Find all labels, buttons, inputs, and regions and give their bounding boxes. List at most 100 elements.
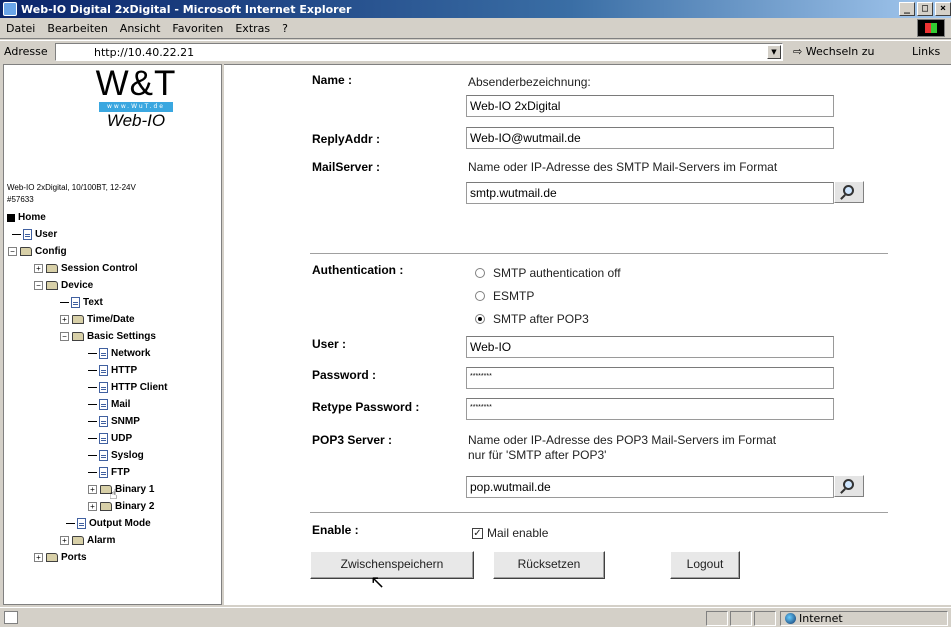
home-icon [7,213,15,222]
security-zone: Internet [780,611,948,626]
password-input[interactable]: ******** [466,367,834,389]
pop3-server-label: POP3 Server : [312,433,393,447]
device-description: Web-IO 2xDigital, 10/100BT, 12-24V [7,183,136,192]
retype-password-label: Retype Password : [312,400,420,414]
tree-item-config[interactable]: − Config [8,243,67,260]
navigation-frame: W&T www.WuT.de Web-IO Web-IO 2xDigital, … [3,64,222,605]
page-status-icon [4,611,18,624]
tree-label: Session Control [61,263,138,274]
expand-icon[interactable]: + [60,315,69,324]
radio-unselected-icon [475,268,485,278]
menu-help[interactable]: ? [276,22,294,35]
expand-icon[interactable]: + [34,553,43,562]
replyaddr-input[interactable]: Web-IO@wutmail.de [466,127,834,149]
go-button[interactable]: ⇨ Wechseln zu [793,45,875,58]
address-url: http://10.40.22.21 [94,46,195,59]
menu-bearbeiten[interactable]: Bearbeiten [41,22,113,35]
tree-item-alarm[interactable]: + Alarm [60,532,115,549]
maximize-button[interactable]: □ [917,2,933,16]
reset-button[interactable]: Rücksetzen [493,551,605,579]
page-icon [99,399,108,410]
tree-item-output-mode[interactable]: Output Mode [66,515,151,532]
minimize-button[interactable]: _ [899,2,915,16]
address-dropdown-icon[interactable]: ▼ [767,45,781,59]
tree-item-binary-2[interactable]: + Binary 2 [88,498,154,515]
save-button[interactable]: Zwischenspeichern [310,551,474,579]
expand-icon[interactable]: + [88,485,97,494]
folder-icon [46,281,58,290]
radio-selected-icon [475,314,485,324]
logout-button[interactable]: Logout [670,551,740,579]
tree-label: Mail [111,399,131,410]
links-button[interactable]: Links [912,45,940,58]
radio-label: SMTP authentication off [493,266,621,280]
tree-item-syslog[interactable]: Syslog [88,447,144,464]
tree-item-http[interactable]: HTTP [88,362,137,379]
tree-item-text[interactable]: Text [60,294,103,311]
tree-item-home[interactable]: Home [7,209,46,226]
windows-logo-icon [917,19,945,37]
status-bar: Internet [0,607,951,627]
tree-label: FTP [111,467,130,478]
tree-label: Home [18,212,46,223]
page-icon [99,348,108,359]
mailserver-label: MailServer : [312,160,381,174]
tree-item-session-control[interactable]: + Session Control [34,260,138,277]
radio-unselected-icon [475,291,485,301]
menu-ansicht[interactable]: Ansicht [114,22,167,35]
tree-item-time-date[interactable]: + Time/Date [60,311,135,328]
expand-icon[interactable]: + [60,536,69,545]
pop3-lookup-button[interactable] [834,475,864,497]
auth-option-off[interactable]: SMTP authentication off [475,266,621,280]
page-icon [99,382,108,393]
user-label: User : [312,337,347,351]
tree-item-device[interactable]: − Device [34,277,93,294]
checkbox-checked-icon: ✓ [472,527,483,539]
menu-bar: Datei Bearbeiten Ansicht Favoriten Extra… [0,18,951,39]
close-button[interactable]: × [935,2,951,16]
expand-icon[interactable]: + [34,264,43,273]
mailserver-hint: Name oder IP-Adresse des SMTP Mail-Serve… [468,160,778,174]
tree-label: Basic Settings [87,331,156,342]
expand-icon[interactable]: + [88,502,97,511]
page-icon [99,365,108,376]
tree-item-binary-1[interactable]: + Binary 1 [88,481,154,498]
folder-icon [100,502,112,511]
tree-item-http-client[interactable]: HTTP Client [88,379,167,396]
menu-datei[interactable]: Datei [0,22,41,35]
pop3-server-input[interactable]: pop.wutmail.de [466,476,834,498]
collapse-icon[interactable]: − [60,332,69,341]
page-icon [77,518,86,529]
divider [310,512,888,514]
mail-enable-checkbox[interactable]: ✓ Mail enable [472,526,548,540]
pop3-hint-line2: nur für 'SMTP after POP3' [468,448,607,462]
user-input[interactable]: Web-IO [466,336,834,358]
mailserver-lookup-button[interactable] [834,181,864,203]
address-input[interactable]: http://10.40.22.21 ▼ [55,43,783,61]
auth-option-esmtp[interactable]: ESMTP [475,289,534,303]
tree-item-network[interactable]: Network [88,345,150,362]
tree-item-user[interactable]: User [12,226,57,243]
mailserver-input[interactable]: smtp.wutmail.de [466,182,834,204]
retype-password-input[interactable]: ******** [466,398,834,420]
collapse-icon[interactable]: − [8,247,17,256]
tree-item-mail[interactable]: Mail [88,396,130,413]
tree-item-snmp[interactable]: SNMP [88,413,140,430]
tree-label: Network [111,348,151,359]
tree-item-udp[interactable]: UDP [88,430,132,447]
tree-label: Ports [61,552,87,563]
menu-extras[interactable]: Extras [229,22,276,35]
folder-icon [46,553,58,562]
tree-item-ports[interactable]: + Ports [34,549,87,566]
tree-label: Config [35,246,67,257]
page-icon [99,416,108,427]
auth-option-smtp-after-pop3[interactable]: SMTP after POP3 [475,312,589,326]
ie-app-icon [3,2,17,16]
tree-item-ftp[interactable]: FTP [88,464,130,481]
window-title-bar: Web-IO Digital 2xDigital - Microsoft Int… [0,0,951,18]
menu-favoriten[interactable]: Favoriten [166,22,229,35]
name-input[interactable]: Web-IO 2xDigital [466,95,834,117]
collapse-icon[interactable]: − [34,281,43,290]
status-cell [730,611,752,626]
tree-item-basic-settings[interactable]: − Basic Settings [60,328,156,345]
